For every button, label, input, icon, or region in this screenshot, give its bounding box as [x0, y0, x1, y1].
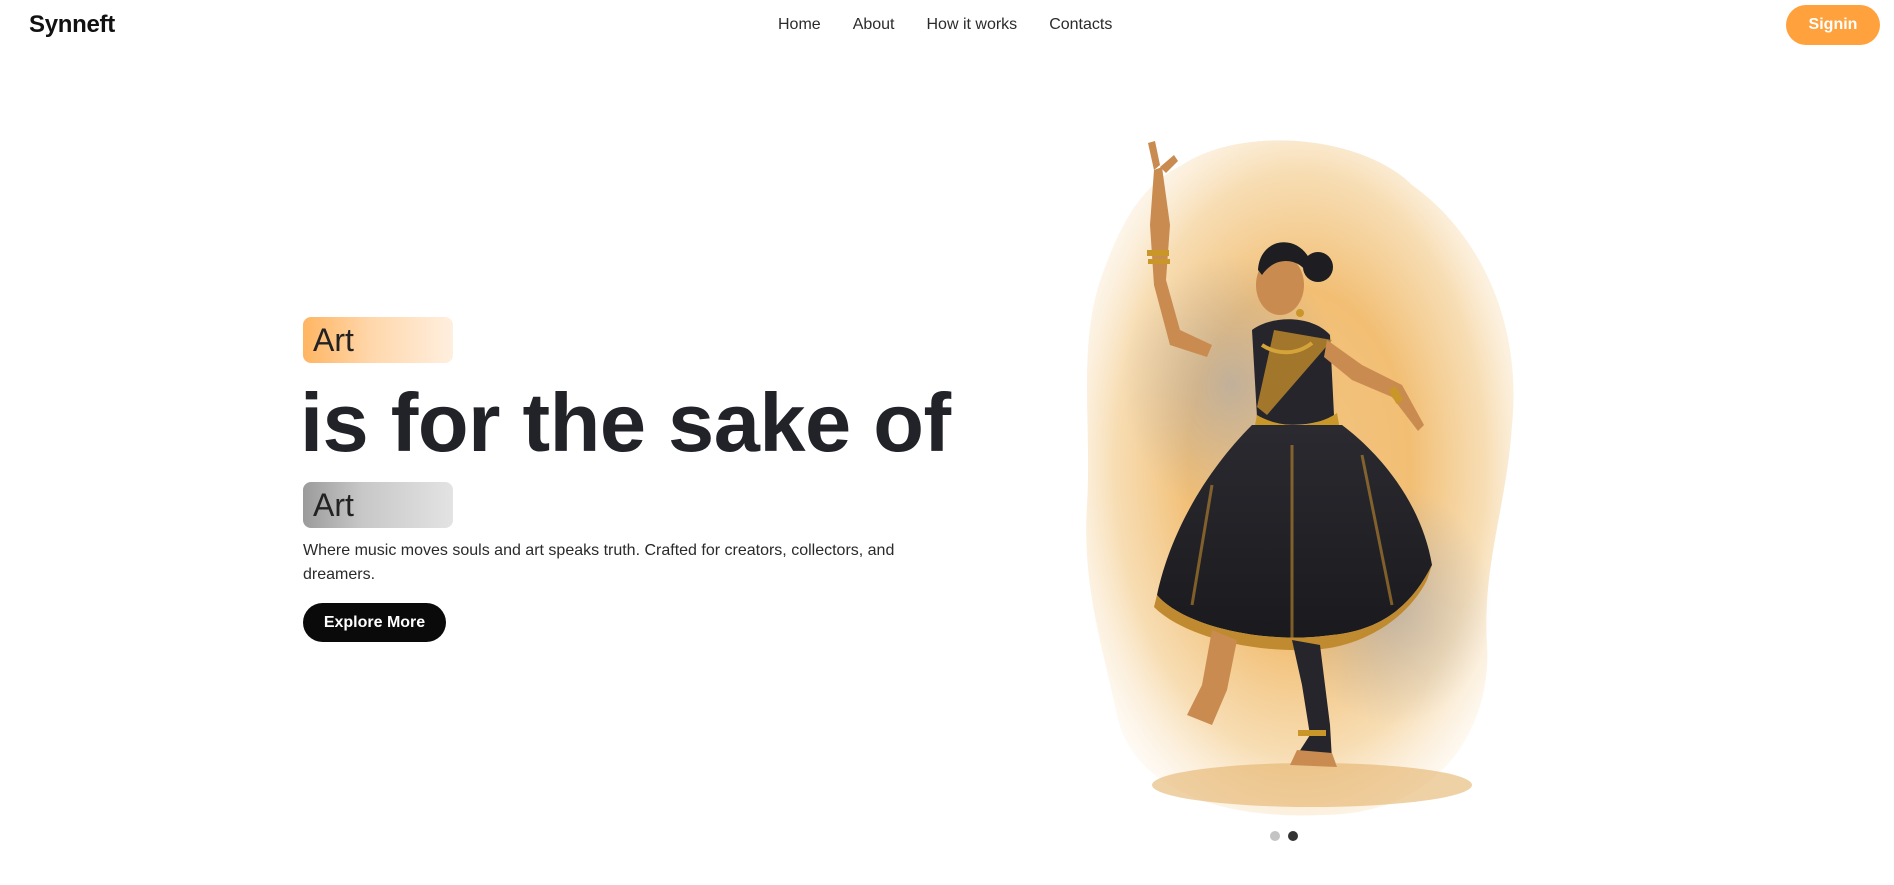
carousel-dots [1270, 831, 1298, 841]
dancer-illustration [1086, 140, 1514, 816]
nav-item-contacts[interactable]: Contacts [1049, 15, 1112, 35]
nav-item-home[interactable]: Home [778, 15, 821, 35]
carousel-dot-2[interactable] [1288, 831, 1298, 841]
landing-page: Synneft Home About How it works Contacts… [0, 0, 1894, 885]
main-nav: Home About How it works Contacts [778, 15, 1144, 35]
brand-logo[interactable]: Synneft [29, 11, 115, 39]
explore-more-button[interactable]: Explore More [303, 603, 446, 642]
nav-item-how-it-works[interactable]: How it works [927, 15, 1018, 35]
signin-button[interactable]: Signin [1786, 5, 1880, 45]
carousel-dot-1[interactable] [1270, 831, 1280, 841]
hero-headline: is for the sake of [300, 376, 951, 469]
hero-description: Where music moves souls and art speaks t… [303, 542, 895, 583]
hero-tag-top: Art [303, 317, 453, 363]
hero-tag-bottom: Art [303, 482, 453, 528]
nav-item-about[interactable]: About [853, 15, 895, 35]
